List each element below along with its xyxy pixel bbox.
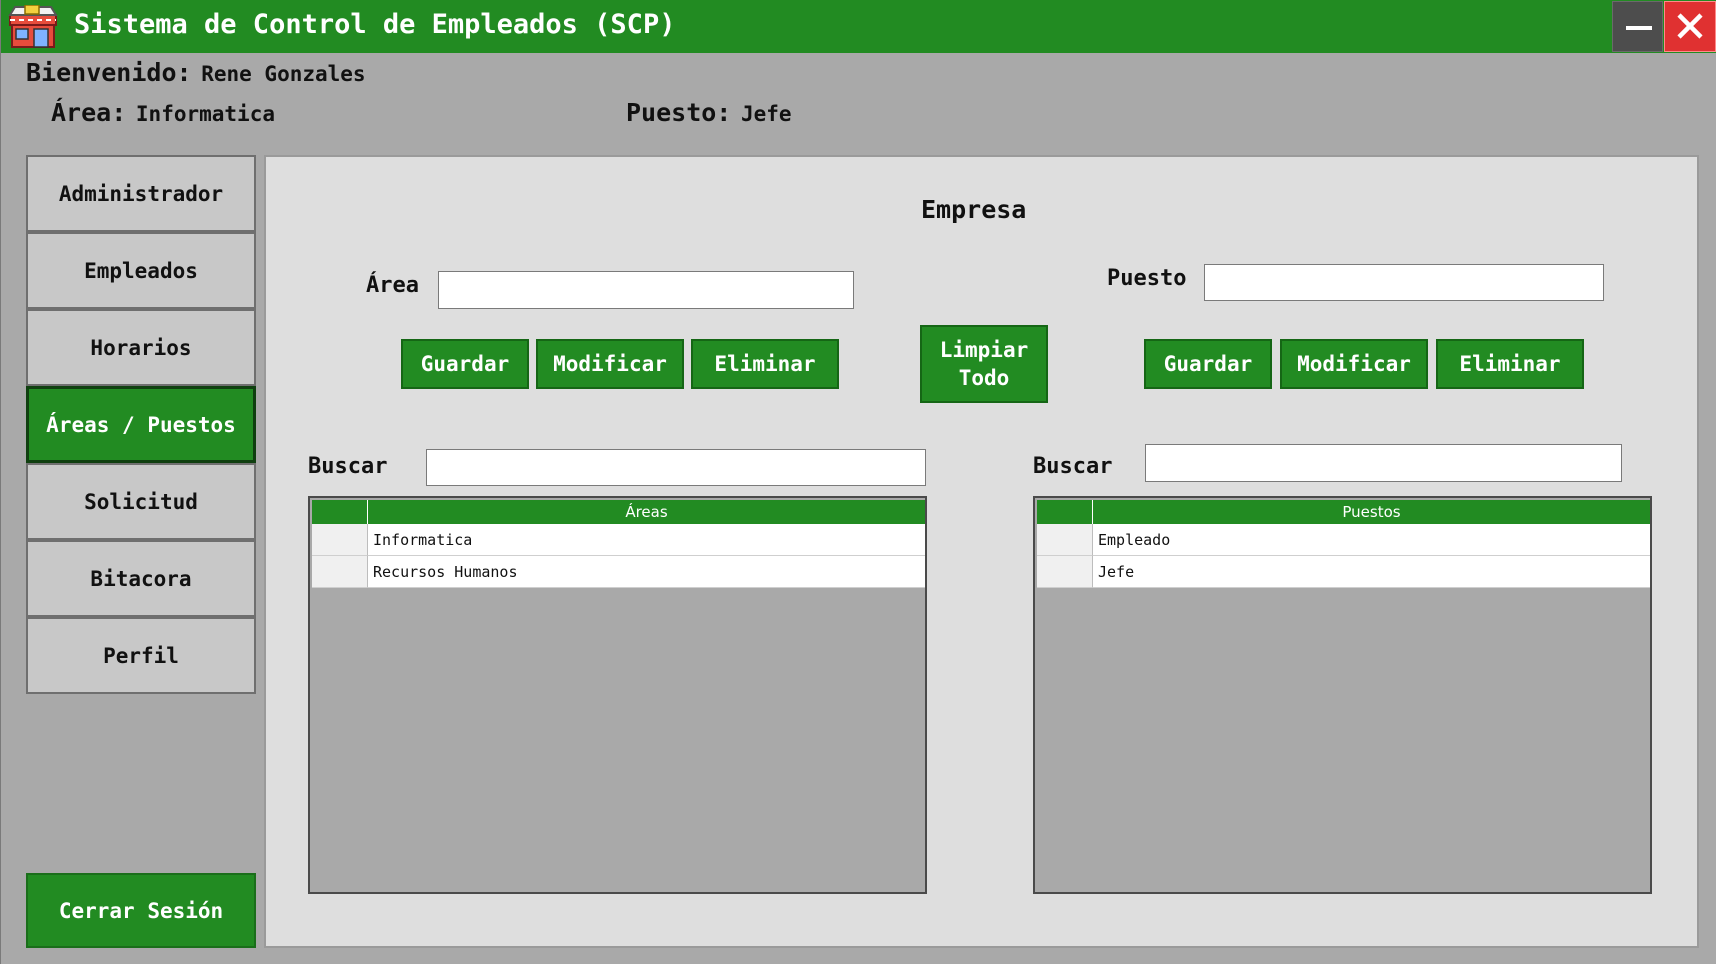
logout-button[interactable]: Cerrar Sesión	[26, 873, 256, 948]
area-label: Área:	[51, 98, 127, 127]
welcome-label: Bienvenido:	[26, 58, 192, 87]
area-save-button[interactable]: Guardar	[401, 339, 529, 389]
area-search-input[interactable]	[426, 449, 926, 486]
close-icon	[1677, 13, 1703, 39]
clear-all-button[interactable]: Limpiar Todo	[920, 325, 1048, 403]
sidebar-item-perfil[interactable]: Perfil	[26, 617, 256, 694]
minimize-icon	[1626, 26, 1652, 30]
row-header[interactable]	[1037, 556, 1093, 588]
table-row[interactable]: Recursos Humanos	[312, 556, 925, 588]
table-row[interactable]: Empleado	[1037, 524, 1650, 556]
user-name: Rene Gonzales	[201, 62, 366, 86]
row-header[interactable]	[312, 556, 368, 588]
row-header[interactable]	[312, 524, 368, 556]
puesto-search-input[interactable]	[1145, 444, 1622, 482]
area-search-label: Buscar	[308, 454, 388, 479]
sidebar-item-empleados[interactable]: Empleados	[26, 232, 256, 309]
areas-table[interactable]: Áreas Informatica Recursos Humanos	[308, 496, 927, 894]
page-title: Empresa	[921, 195, 1027, 224]
areas-table-header: Áreas	[312, 500, 925, 524]
table-cell[interactable]: Jefe	[1093, 556, 1650, 588]
puestos-table[interactable]: Puestos Empleado Jefe	[1033, 496, 1652, 894]
main-panel: Empresa Área Guardar Modificar Eliminar …	[264, 155, 1699, 948]
store-icon	[8, 5, 58, 48]
row-header[interactable]	[1037, 524, 1093, 556]
close-button[interactable]	[1664, 1, 1716, 52]
sidebar-item-areas-puestos[interactable]: Áreas / Puestos	[26, 386, 256, 463]
area-delete-button[interactable]: Eliminar	[691, 339, 839, 389]
puestos-column-header[interactable]: Puestos	[1093, 500, 1650, 524]
puestos-table-header: Puestos	[1037, 500, 1650, 524]
areas-table-corner	[312, 500, 368, 524]
app-window: Sistema de Control de Empleados (SCP) Bi…	[0, 0, 1716, 964]
puesto-field-label: Puesto	[1107, 266, 1187, 291]
table-row[interactable]: Jefe	[1037, 556, 1650, 588]
area-value: Informatica	[135, 102, 275, 126]
title-bar[interactable]: Sistema de Control de Empleados (SCP)	[1, 0, 1716, 53]
area-modify-button[interactable]: Modificar	[536, 339, 684, 389]
sidebar-item-solicitud[interactable]: Solicitud	[26, 463, 256, 540]
puesto-save-button[interactable]: Guardar	[1144, 339, 1272, 389]
area-field-label: Área	[366, 273, 419, 298]
puesto-search-label: Buscar	[1033, 454, 1113, 479]
welcome-line: Bienvenido: Rene Gonzales	[26, 58, 366, 87]
table-cell[interactable]: Empleado	[1093, 524, 1650, 556]
sidebar-item-horarios[interactable]: Horarios	[26, 309, 256, 386]
puesto-line: Puesto: Jefe	[626, 98, 792, 127]
area-line: Área: Informatica	[51, 98, 275, 127]
areas-column-header[interactable]: Áreas	[368, 500, 925, 524]
clear-all-label-line1: Limpiar	[939, 338, 1029, 362]
table-row[interactable]: Informatica	[312, 524, 925, 556]
puesto-input[interactable]	[1204, 264, 1604, 301]
puesto-delete-button[interactable]: Eliminar	[1436, 339, 1584, 389]
puesto-label: Puesto:	[626, 98, 732, 127]
sidebar-item-bitacora[interactable]: Bitacora	[26, 540, 256, 617]
sidebar-item-administrador[interactable]: Administrador	[26, 155, 256, 232]
puestos-table-corner	[1037, 500, 1093, 524]
sidebar: Administrador Empleados Horarios Áreas /…	[26, 155, 256, 948]
window-title: Sistema de Control de Empleados (SCP)	[74, 9, 676, 40]
minimize-button[interactable]	[1612, 1, 1663, 52]
puesto-modify-button[interactable]: Modificar	[1280, 339, 1428, 389]
clear-all-label-line2: Todo	[958, 366, 1010, 390]
table-cell[interactable]: Informatica	[368, 524, 925, 556]
area-input[interactable]	[438, 271, 854, 309]
puesto-value: Jefe	[741, 102, 792, 126]
table-cell[interactable]: Recursos Humanos	[368, 556, 925, 588]
